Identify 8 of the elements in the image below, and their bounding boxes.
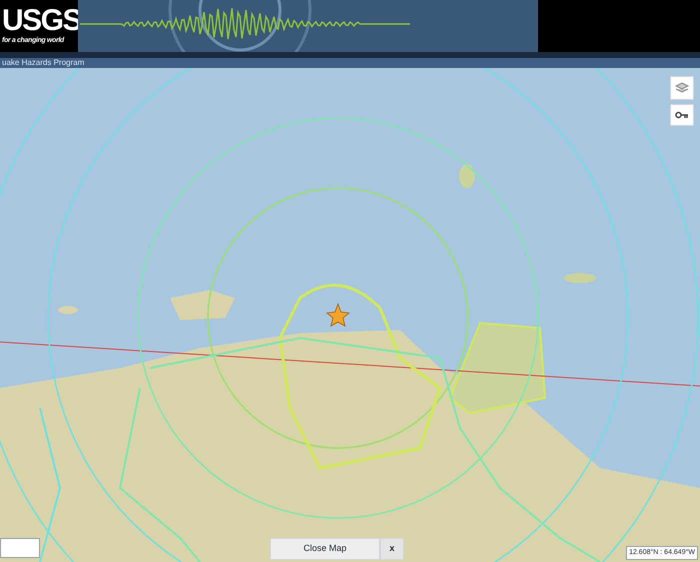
close-button[interactable]: x xyxy=(380,538,404,560)
key-icon xyxy=(675,111,689,119)
layers-icon xyxy=(675,82,689,94)
legend-button[interactable] xyxy=(670,104,694,126)
program-title: uake Hazards Program xyxy=(1,58,84,68)
logo-text: USGS xyxy=(2,6,78,36)
scale-bar xyxy=(0,538,40,558)
close-map-button[interactable]: Close Map xyxy=(270,538,380,560)
